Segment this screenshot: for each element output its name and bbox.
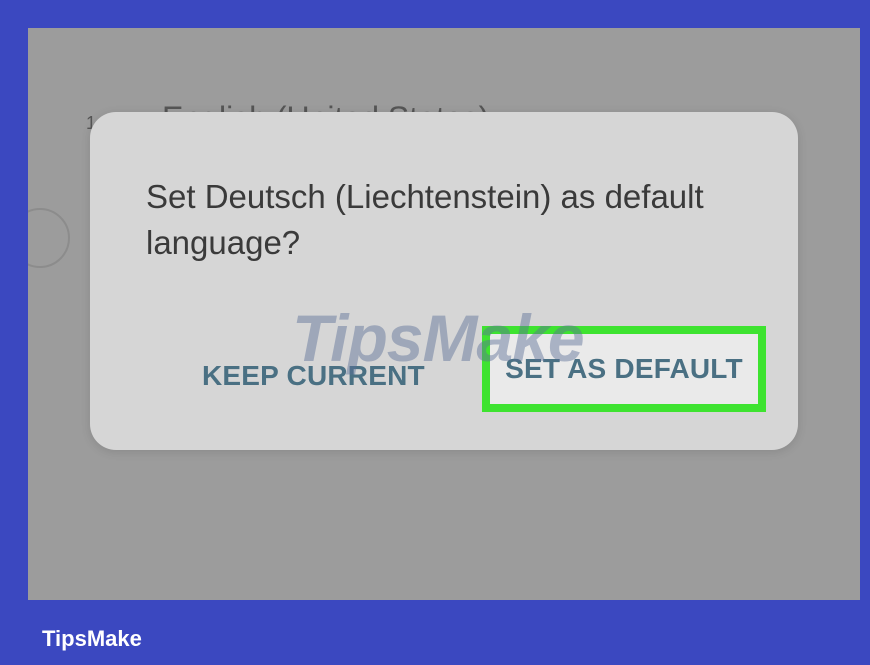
tutorial-frame: 1 English (United States) Set Deutsch (L…: [0, 0, 870, 665]
drag-handle-icon: [28, 208, 70, 268]
keep-current-button[interactable]: KEEP CURRENT: [202, 360, 425, 392]
dialog-title: Set Deutsch (Liechtenstein) as default l…: [146, 178, 704, 262]
default-language-dialog: Set Deutsch (Liechtenstein) as default l…: [90, 112, 798, 450]
highlight-box: SET AS DEFAULT: [482, 326, 766, 412]
set-as-default-button[interactable]: SET AS DEFAULT: [490, 334, 758, 404]
footer-brand: TipsMake: [42, 626, 142, 651]
